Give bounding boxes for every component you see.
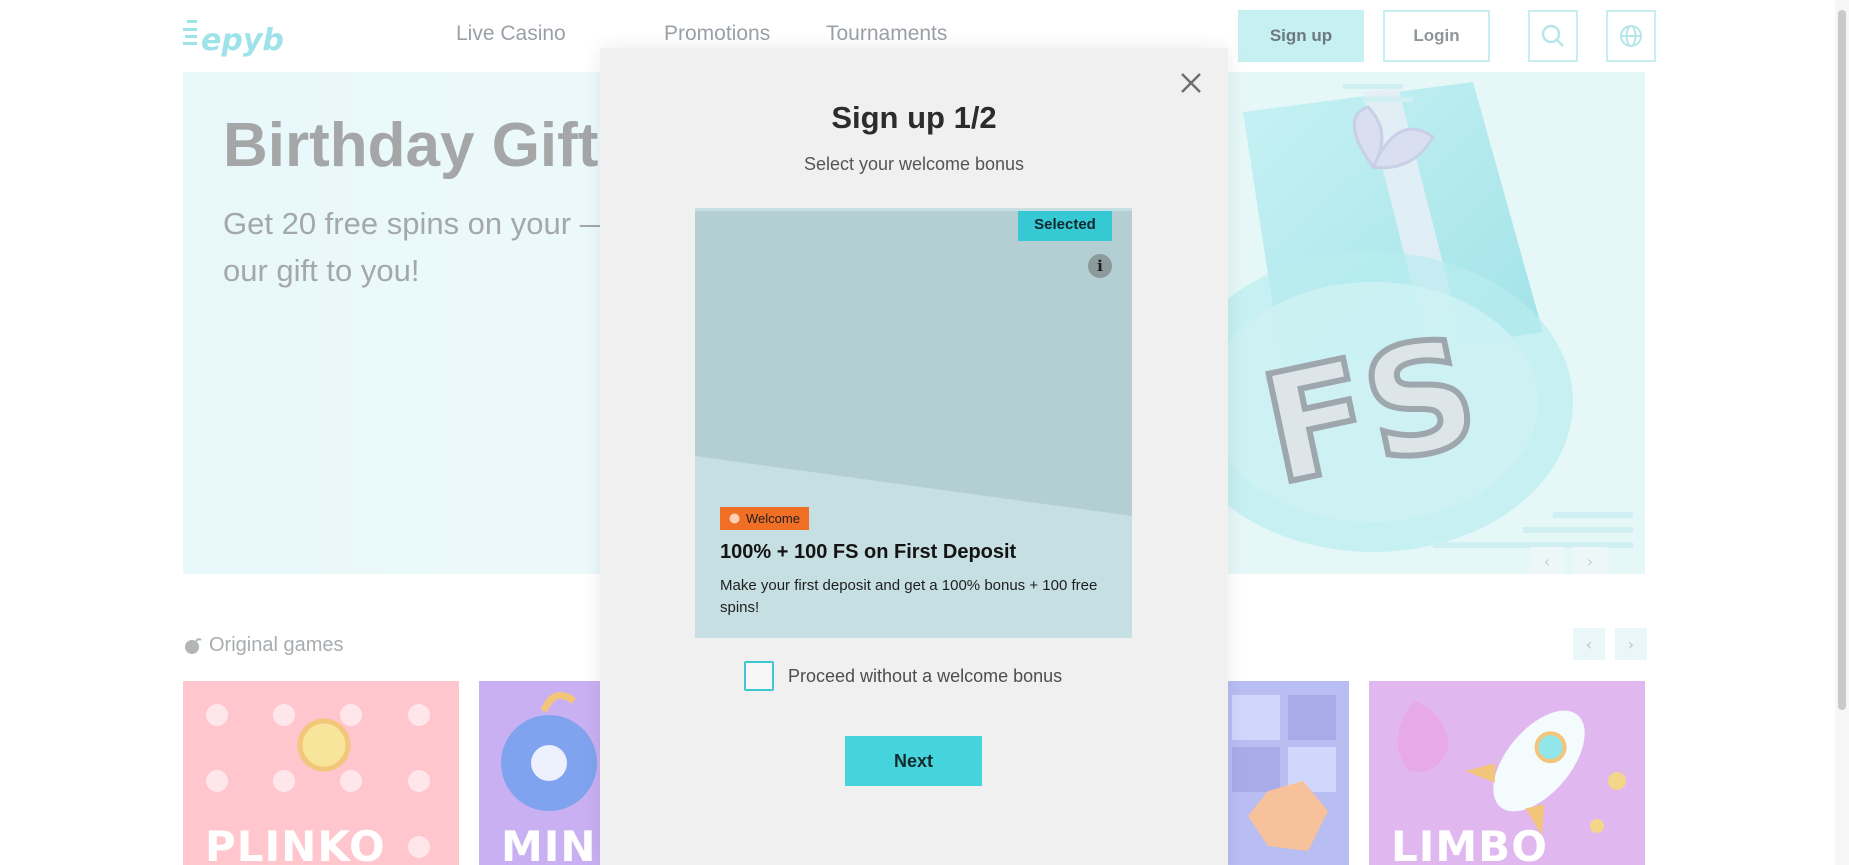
welcome-tag: Welcome <box>720 507 809 530</box>
hand-wave-icon <box>729 513 740 524</box>
hero-next-arrow[interactable]: › <box>1573 547 1607 574</box>
game-label-plinko: PLINKO <box>205 822 386 865</box>
gems-art <box>1232 695 1336 851</box>
hero-subtitle: Get 20 free spins on your — our gift to … <box>223 206 611 288</box>
gift-illustration: FS <box>1223 72 1645 574</box>
logo[interactable]: epybet <box>183 10 320 62</box>
search-button[interactable] <box>1528 10 1578 62</box>
game-card-mines[interactable]: MINI <box>479 681 609 865</box>
search-icon <box>1541 24 1564 47</box>
hero-prev-arrow[interactable]: ‹ <box>1530 547 1564 574</box>
proceed-without-bonus-label[interactable]: Proceed without a welcome bonus <box>788 666 1062 687</box>
games-prev-button[interactable]: ‹ <box>1573 628 1605 660</box>
selected-badge: Selected <box>1018 211 1112 241</box>
next-button[interactable]: Next <box>845 736 982 786</box>
game-label-limbo: LIMBO <box>1391 822 1548 865</box>
bonus-title: 100% + 100 FS on First Deposit <box>720 541 1017 563</box>
header-signup-button[interactable]: Sign up <box>1238 10 1364 62</box>
nav-tournaments[interactable]: Tournaments <box>826 22 947 46</box>
globe-icon <box>1620 25 1642 47</box>
info-icon[interactable]: i <box>1088 254 1112 278</box>
proceed-without-bonus-row[interactable]: Proceed without a welcome bonus <box>744 661 1062 691</box>
original-games-heading: Original games <box>183 634 344 657</box>
logo-text: epybet <box>201 23 285 58</box>
games-next-button[interactable]: › <box>1615 628 1647 660</box>
hero-title: Birthday Gift <box>223 111 599 180</box>
header-login-button[interactable]: Login <box>1383 10 1490 62</box>
game-card-plinko[interactable]: PLINKO <box>183 681 459 865</box>
game-label-mines: MINI <box>501 822 609 865</box>
welcome-tag-label: Welcome <box>746 511 800 526</box>
language-button[interactable] <box>1606 10 1656 62</box>
bonus-card-image <box>695 211 1132 516</box>
bomb-icon <box>185 637 202 654</box>
modal-subtitle: Select your welcome bonus <box>803 154 1025 174</box>
proceed-without-bonus-checkbox[interactable] <box>744 661 774 691</box>
close-icon <box>1181 73 1201 93</box>
nav-promotions[interactable]: Promotions <box>664 22 770 46</box>
bonus-description: Make your first deposit and get a 100% b… <box>720 577 1098 616</box>
signup-modal: Sign up 1/2 Select your welcome bonus Se… <box>600 48 1228 865</box>
bonus-card[interactable]: Selected i Welcome 100% + 100 FS on Firs… <box>695 208 1132 638</box>
modal-title: Sign up 1/2 <box>831 100 997 135</box>
page-scrollbar[interactable] <box>1835 0 1849 865</box>
page: epybet Live Casino Promotions Tournament… <box>0 0 1849 865</box>
game-card-gems[interactable] <box>1228 681 1349 865</box>
original-games-title: Original games <box>209 634 344 656</box>
game-card-limbo[interactable]: LIMBO <box>1369 681 1645 865</box>
scrollbar-thumb[interactable] <box>1838 10 1846 710</box>
close-button[interactable] <box>1176 68 1206 98</box>
nav-live-casino[interactable]: Live Casino <box>456 22 566 46</box>
